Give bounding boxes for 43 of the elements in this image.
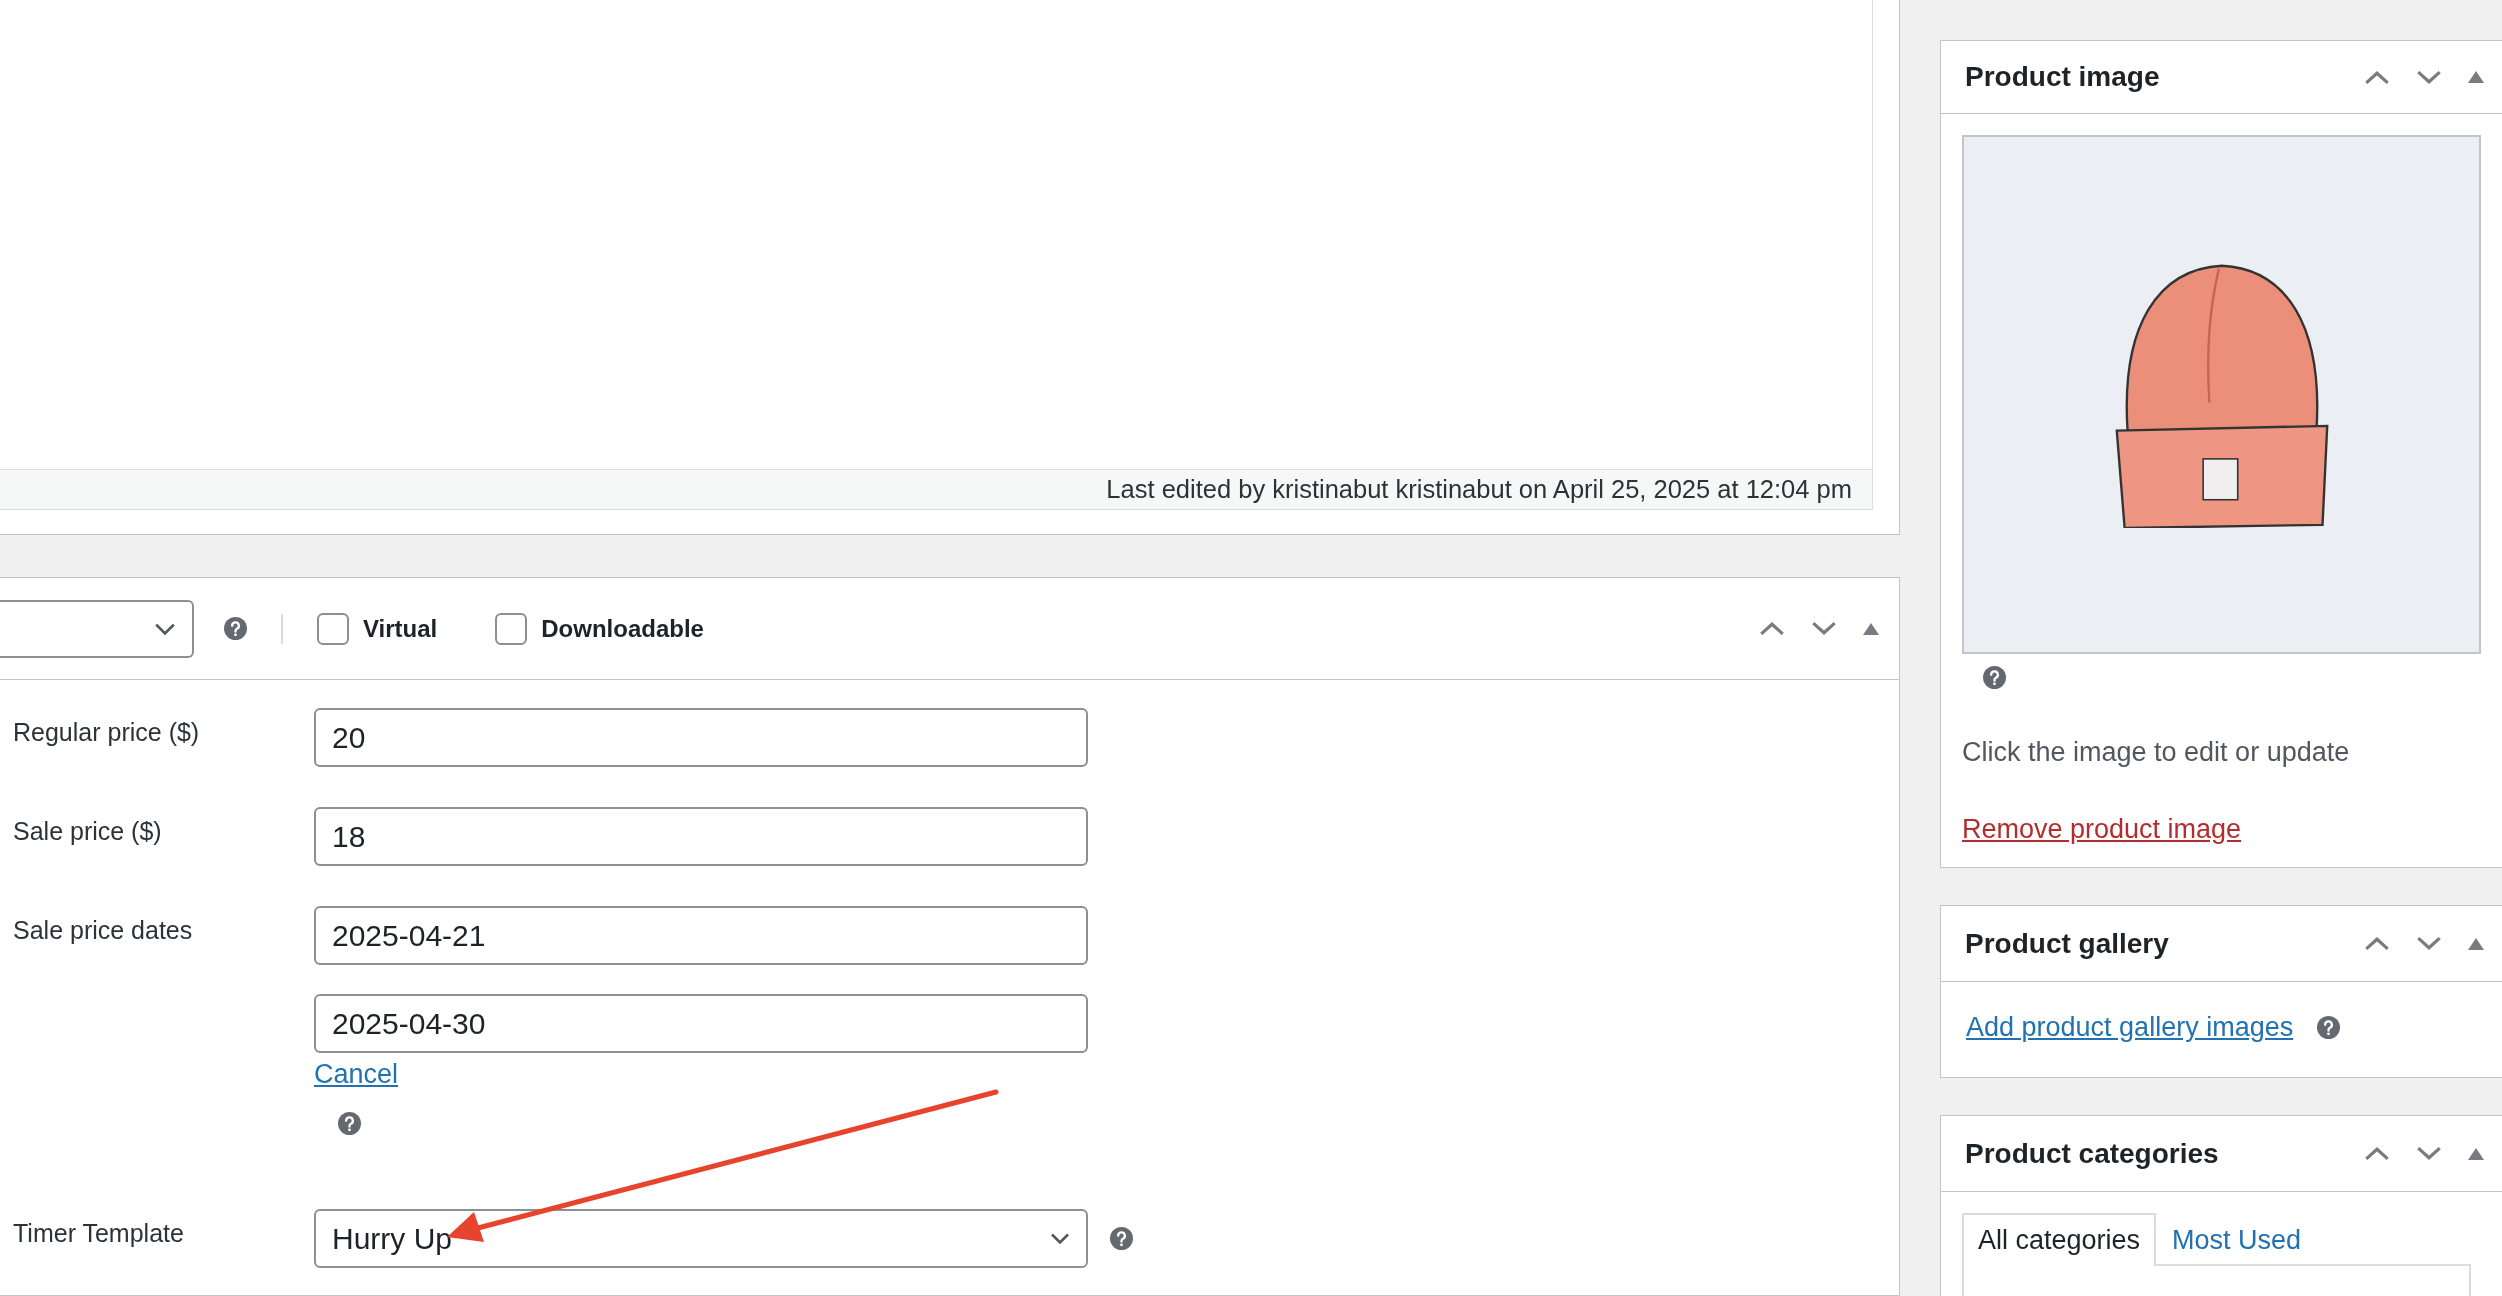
checkbox[interactable] <box>495 612 528 645</box>
text-field[interactable]: 18 <box>314 807 1088 866</box>
collapse-icon[interactable] <box>2468 937 2484 950</box>
move-down-icon[interactable] <box>2416 69 2442 85</box>
collapse-icon[interactable] <box>2468 71 2484 83</box>
add-gallery-link[interactable]: Add product gallery images <box>1966 1012 2294 1043</box>
panel-title: Product gallery <box>1965 927 2169 960</box>
field-label: Sale price ($) <box>13 816 163 847</box>
help-icon[interactable] <box>1110 1227 1133 1250</box>
help-icon[interactable] <box>224 617 247 640</box>
date-field[interactable]: 2025-04-21 <box>314 906 1088 965</box>
category-tab[interactable]: All categories <box>1962 1213 2157 1266</box>
help-icon[interactable] <box>338 1112 361 1135</box>
collapse-icon[interactable] <box>1863 622 1879 635</box>
checkbox[interactable] <box>317 612 349 645</box>
chevron-down-icon <box>154 621 176 636</box>
category-tab[interactable]: Most Used <box>2156 1213 2318 1266</box>
last-edited-text: Last edited by kristinabut kristinabut on April 25, 2025 at 12:04 pm <box>0 469 1872 509</box>
field-label: Sale price dates <box>13 915 194 946</box>
text-field[interactable]: 20 <box>314 708 1088 767</box>
chevron-down-icon <box>1050 1232 1070 1245</box>
move-down-icon[interactable] <box>1811 621 1837 636</box>
move-up-icon[interactable] <box>2364 936 2390 951</box>
collapse-icon[interactable] <box>2468 1147 2484 1160</box>
move-up-icon[interactable] <box>2364 69 2390 85</box>
product-type-select[interactable] <box>0 599 194 658</box>
move-up-icon[interactable] <box>1759 621 1785 636</box>
remove-image-link[interactable]: Remove product image <box>1962 814 2242 845</box>
help-icon[interactable] <box>2317 1016 2341 1039</box>
checkbox-label: Downloadable <box>541 614 704 643</box>
move-up-icon[interactable] <box>2364 1146 2390 1161</box>
field-label: Timer Template <box>13 1218 185 1249</box>
panel-title: Product image <box>1965 61 2160 93</box>
help-icon[interactable] <box>1983 666 2006 689</box>
cancel-link[interactable]: Cancel <box>314 1059 399 1090</box>
field-label: Regular price ($) <box>13 717 201 748</box>
panel-title: Product categories <box>1965 1137 2219 1170</box>
date-field[interactable]: 2025-04-30 <box>314 994 1088 1053</box>
move-down-icon[interactable] <box>2416 1146 2442 1161</box>
image-hint-text: Click the image to edit or update <box>1962 737 2351 768</box>
template-select[interactable]: Hurry Up <box>314 1209 1088 1268</box>
checkbox-label: Virtual <box>363 614 438 643</box>
move-down-icon[interactable] <box>2416 936 2442 951</box>
